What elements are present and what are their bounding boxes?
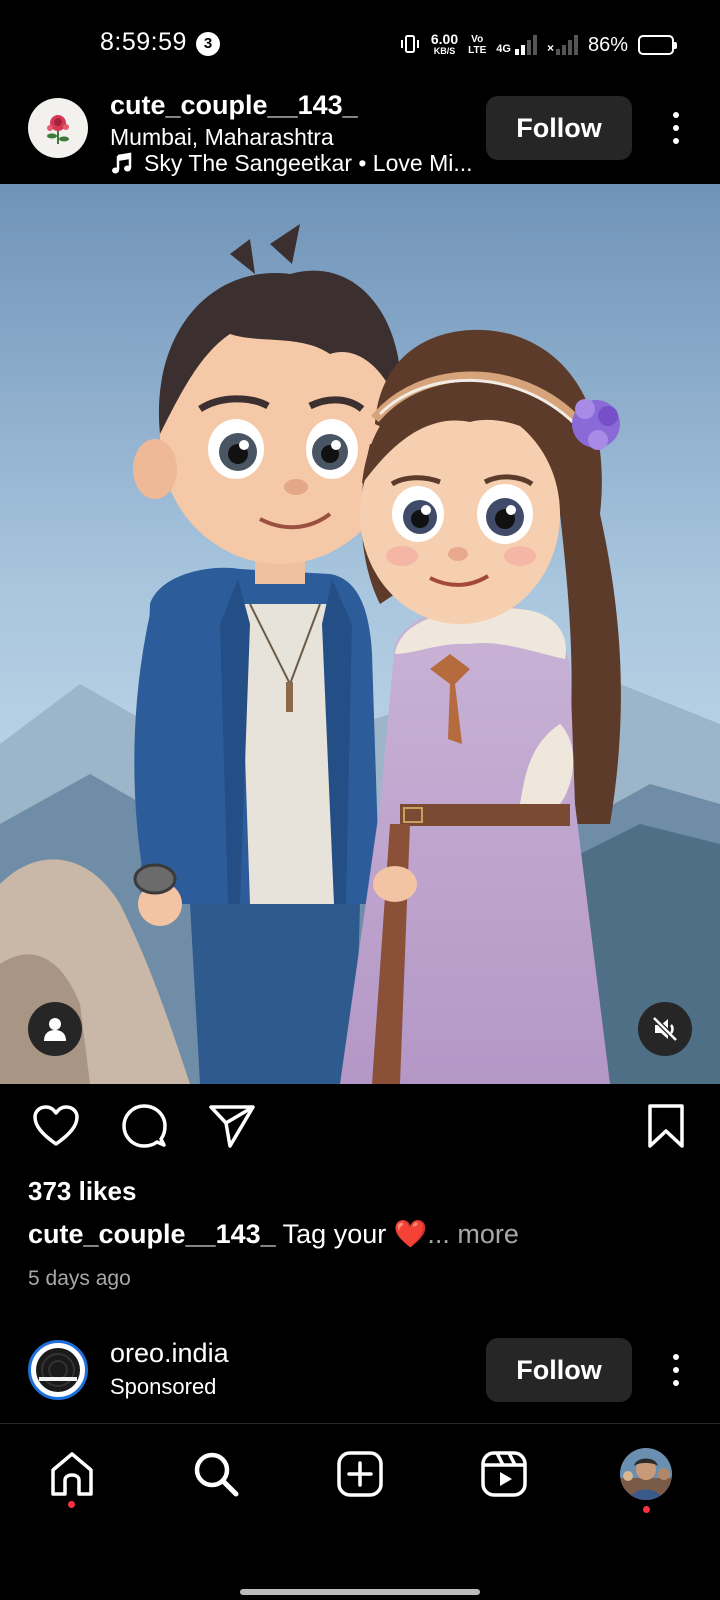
- caption-more-link[interactable]: ... more: [427, 1219, 519, 1249]
- sponsor-follow-button[interactable]: Follow: [486, 1338, 632, 1402]
- save-button[interactable]: [640, 1100, 692, 1152]
- vibrate-icon: [399, 33, 421, 58]
- signal-no-service-icon: ×: [547, 35, 578, 55]
- nav-reels[interactable]: [476, 1446, 532, 1502]
- share-button[interactable]: [206, 1100, 258, 1152]
- post-caption[interactable]: cute_couple__143_ Tag your ❤️... more: [28, 1218, 519, 1250]
- battery-icon: [638, 35, 677, 55]
- music-note-icon: [112, 152, 132, 173]
- post-timestamp: 5 days ago: [28, 1267, 131, 1290]
- music-title: Sky The Sangeetkar • Love Mi...: [144, 150, 473, 176]
- profile-notification-dot: [643, 1506, 650, 1513]
- like-button[interactable]: [30, 1100, 82, 1152]
- caption-username[interactable]: cute_couple__143_: [28, 1219, 276, 1249]
- notification-count-badge: 3: [196, 32, 220, 56]
- status-icons: 6.00 KB/S Vo LTE 4G × 86%: [399, 28, 677, 62]
- net-speed-value: 6.00: [430, 31, 459, 47]
- comment-button[interactable]: [118, 1100, 170, 1152]
- net-speed-unit: KB/S: [433, 46, 456, 56]
- home-indicator[interactable]: [240, 1589, 480, 1595]
- home-notification-dot: [68, 1501, 75, 1508]
- mute-button[interactable]: [638, 1002, 692, 1056]
- profile-avatar: [620, 1448, 672, 1500]
- sponsor-options-icon[interactable]: [664, 1354, 688, 1386]
- caption-text: Tag your: [282, 1219, 387, 1249]
- battery-percent: 86%: [587, 33, 628, 56]
- post-username[interactable]: cute_couple__143_: [110, 90, 358, 121]
- volte-indicator: Vo LTE: [468, 34, 486, 56]
- network-type: 4G: [496, 43, 511, 55]
- likes-count[interactable]: 373 likes: [28, 1176, 136, 1207]
- speaker-muted-icon: [652, 1016, 678, 1042]
- post-actions: [0, 1100, 720, 1160]
- reels-icon: [481, 1451, 527, 1497]
- post-image[interactable]: [0, 184, 720, 1084]
- status-time: 8:59:59: [100, 28, 187, 56]
- create-icon: [337, 1451, 383, 1497]
- bookmark-icon: [648, 1104, 684, 1148]
- follow-button[interactable]: Follow: [486, 96, 632, 160]
- post-location[interactable]: Mumbai, Maharashtra: [110, 124, 334, 151]
- nav-create[interactable]: [332, 1446, 388, 1502]
- bottom-navigation: [0, 1423, 720, 1523]
- sponsored-label: Sponsored: [110, 1374, 217, 1399]
- sponsor-avatar[interactable]: [28, 1340, 88, 1400]
- sponsored-post-header: oreo.india Sponsored Follow: [0, 1336, 720, 1426]
- rose-icon: [47, 115, 69, 144]
- post-author-avatar[interactable]: [28, 98, 88, 158]
- signal-bars-1: [514, 35, 537, 55]
- search-icon: [194, 1452, 239, 1497]
- person-icon: [44, 1018, 66, 1041]
- network-speed: 6.00 KB/S: [430, 31, 459, 57]
- tagged-users-button[interactable]: [28, 1002, 82, 1056]
- caption-heart-emoji: ❤️: [393, 1219, 428, 1249]
- cartoon-couple-illustration: [0, 184, 720, 1084]
- paper-plane-icon: [209, 1105, 255, 1148]
- nav-home[interactable]: [44, 1446, 100, 1508]
- sponsor-username[interactable]: oreo.india: [110, 1338, 229, 1369]
- heart-icon: [33, 1105, 79, 1146]
- volte-top: Vo: [471, 34, 484, 45]
- post-header: cute_couple__143_ Mumbai, Maharashtra Sk…: [0, 90, 720, 184]
- cookie-icon: [36, 1348, 80, 1392]
- post-music[interactable]: Sky The Sangeetkar • Love Mi...: [110, 150, 473, 177]
- comment-icon: [122, 1104, 167, 1148]
- nav-search[interactable]: [188, 1446, 244, 1502]
- signal-4g-icon: 4G: [496, 35, 537, 55]
- volte-bottom: LTE: [468, 45, 487, 56]
- post-options-icon[interactable]: [664, 112, 688, 144]
- status-bar: 8:59:59 3 6.00 KB/S Vo LTE 4G × 86%: [0, 0, 720, 90]
- nav-profile[interactable]: [618, 1446, 674, 1513]
- home-icon: [51, 1452, 93, 1496]
